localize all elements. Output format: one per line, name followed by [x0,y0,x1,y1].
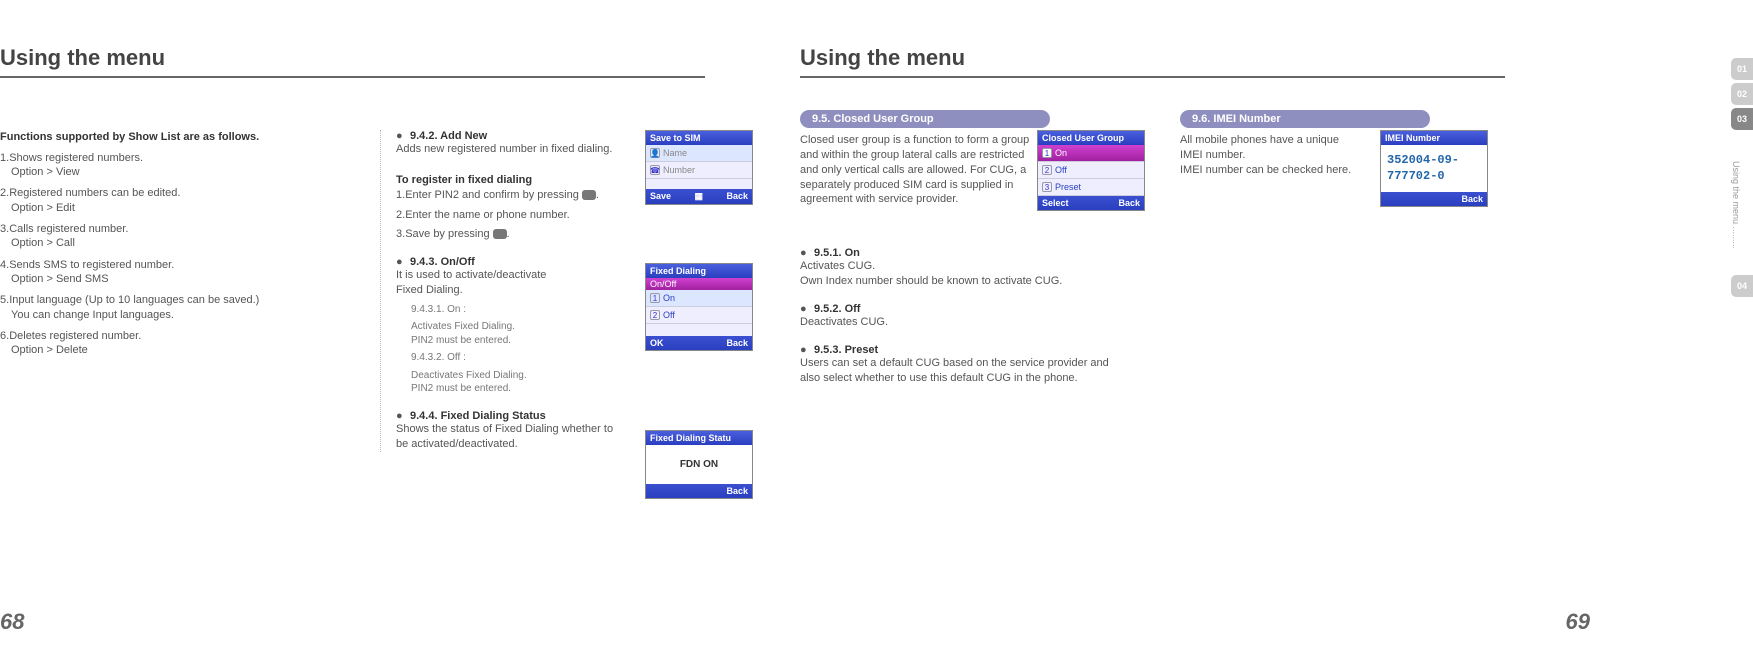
list-item: 3.Calls registered number.Option > Call [0,222,345,251]
ss-row: 3Preset [1038,179,1144,196]
ss-title: Fixed Dialing Statu [646,431,752,445]
title-rule [800,76,1505,78]
section-953-body: Users can set a default CUG based on the… [800,356,1120,386]
ss-title: Fixed Dialing [646,264,752,278]
section-951: ●9.5.1. On [800,247,1145,259]
tab-01[interactable]: 01 [1731,58,1753,80]
reg-step-3: 3.Save by pressing . [396,227,690,242]
person-icon: 👤 [650,148,660,158]
list-item: 2.Registered numbers can be edited.Optio… [0,186,345,215]
screenshot-fdn-status: Fixed Dialing Statu FDN ON Back [645,430,753,499]
page-title: Using the menu [0,45,800,71]
ss-footer: SelectBack [1038,196,1144,210]
key-icon [493,229,507,239]
section-944-body: Shows the status of Fixed Dialing whethe… [396,422,626,452]
screenshot-fixed-dialing: Fixed Dialing On/Off 1On 2Off OKBack [645,263,753,351]
func-list: 1.Shows registered numbers.Option > View… [0,151,345,358]
ss-row: 1On [1038,145,1144,162]
screenshot-save-to-sim: Save to SIM 👤Name ☎Number Save▦Back [645,130,753,205]
num-icon: 1 [1042,148,1052,158]
section-952: ●9.5.2. Off [800,303,1145,315]
right-page: Using the menu 9.5. Closed User Group Cl… [800,0,1600,650]
list-item: 1.Shows registered numbers.Option > View [0,151,345,180]
ss-imei-body: 352004-09-777702-0 [1381,145,1487,192]
ss-row: 2Off [646,307,752,324]
list-item: 5.Input language (Up to 10 languages can… [0,293,345,322]
page-title: Using the menu [800,45,1600,71]
section-9432-body: Deactivates Fixed Dialing.PIN2 must be e… [411,369,690,396]
section-pill-96: 9.6. IMEI Number [1180,110,1430,128]
section-951-body: Activates CUG.Own Index number should be… [800,259,1145,289]
page-number: 68 [0,609,24,635]
left-col2: ●9.4.2. Add New Adds new registered numb… [380,130,690,452]
screenshot-imei: IMEI Number 352004-09-777702-0 Back [1380,130,1488,207]
screenshot-cug: Closed User Group 1On 2Off 3Preset Selec… [1037,130,1145,211]
num-icon: 1 [650,293,660,303]
func-heading: Functions supported by Show List are as … [0,130,345,145]
section-96-body: All mobile phones have a unique IMEI num… [1180,133,1355,178]
section-9432: 9.4.3.2. Off : [411,351,690,365]
tab-03[interactable]: 03 [1731,108,1753,130]
section-953: ●9.5.3. Preset [800,344,1145,356]
ss-title: Save to SIM [646,131,752,145]
section-952-body: Deactivates CUG. [800,315,1145,330]
ss-row: 👤Name [646,145,752,162]
left-col1: Functions supported by Show List are as … [0,130,345,364]
left-page: Using the menu Functions supported by Sh… [0,0,800,650]
num-icon: 2 [1042,165,1052,175]
section-95-body: Closed user group is a function to form … [800,133,1030,207]
ss-title: Closed User Group [1038,131,1144,145]
ss-footer: Back [1381,192,1487,206]
reg-step-2: 2.Enter the name or phone number. [396,208,690,223]
section-pill-95: 9.5. Closed User Group [800,110,1050,128]
ss-row: ☎Number [646,162,752,179]
side-tabs: 01 02 03 Using the menu ......... 04 [1731,58,1753,300]
ss-row: 2Off [1038,162,1144,179]
tab-02[interactable]: 02 [1731,83,1753,105]
ss-footer: Save▦Back [646,189,752,204]
page-number: 69 [1566,609,1590,635]
ss-footer: Back [646,484,752,498]
tab-04[interactable]: 04 [1731,275,1753,297]
ss-footer: OKBack [646,336,752,350]
num-icon: 2 [650,310,660,320]
section-944: ●9.4.4. Fixed Dialing Status [396,410,690,422]
ss-status-body: FDN ON [646,445,752,484]
phone-icon: ☎ [650,165,660,175]
num-icon: 3 [1042,182,1052,192]
ss-title: IMEI Number [1381,131,1487,145]
list-item: 4.Sends SMS to registered number.Option … [0,258,345,287]
key-icon [582,190,596,200]
tab-label: Using the menu ......... [1731,135,1741,275]
title-rule [0,76,705,78]
center-icon: ▦ [695,191,704,202]
ss-subtitle: On/Off [646,278,752,290]
list-item: 6.Deletes registered number.Option > Del… [0,329,345,358]
ss-row: 1On [646,290,752,307]
